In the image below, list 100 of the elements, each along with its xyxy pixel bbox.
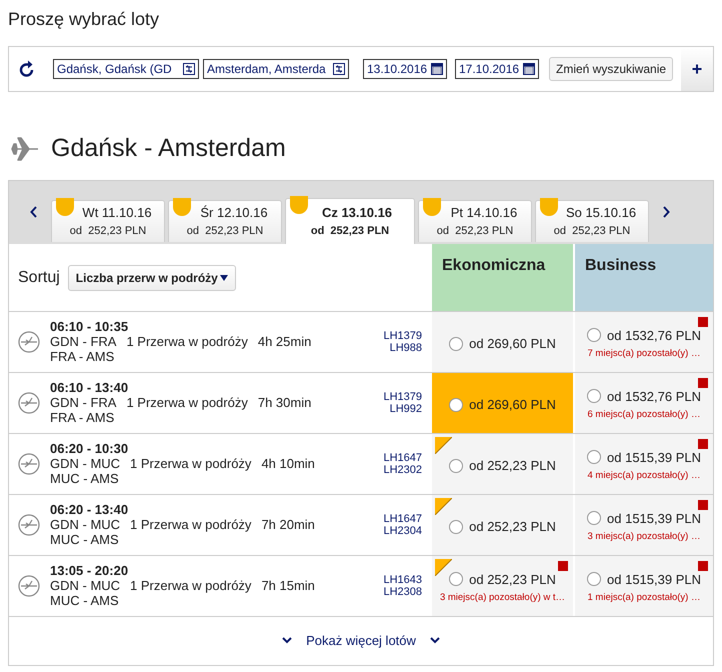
flight-number[interactable]: LH2308: [383, 586, 422, 598]
limited-seats-icon: [698, 378, 708, 388]
date-tab[interactable]: Wt 11.10.16 od 252,23 PLN: [51, 200, 165, 242]
route-leg: GDN - MUC: [50, 456, 120, 471]
fare-radio[interactable]: [449, 336, 464, 350]
fare-cell[interactable]: od 269,60 PLN: [432, 312, 575, 372]
route-leg: GDN - FRA: [50, 334, 116, 349]
seats-remaining: 7 miejsc(a) pozostało(y) …: [588, 347, 700, 362]
fare-price: od 252,23 PLN: [469, 570, 556, 589]
flight-number[interactable]: LH1647: [383, 512, 422, 524]
marker-icon: [290, 196, 308, 214]
route-leg: MUC - AMS: [50, 593, 120, 608]
location-picker-icon[interactable]: [183, 63, 195, 75]
fare-price: od 1515,39 PLN: [607, 570, 701, 589]
flight-number[interactable]: LH992: [390, 402, 422, 414]
limited-seats-icon: [698, 438, 708, 448]
fare-radio[interactable]: [587, 328, 602, 342]
flight-number[interactable]: LH1643: [383, 574, 422, 586]
flight-duration: 7h 30min: [258, 395, 312, 410]
airline-logo-icon: [18, 574, 40, 596]
fare-radio[interactable]: [449, 520, 464, 534]
fare-price: od 1532,76 PLN: [607, 388, 701, 406]
route-leg: FRA - AMS: [50, 410, 116, 425]
limited-seats-icon: [698, 560, 708, 570]
route-leg: GDN - FRA: [50, 395, 116, 410]
fare-cell[interactable]: od 269,60 PLN: [432, 372, 575, 432]
date-tab[interactable]: Cz 13.10.16 od 252,23 PLN: [285, 198, 415, 244]
date-tab[interactable]: Śr 12.10.16 od 252,23 PLN: [168, 200, 282, 242]
caret-icon: [220, 275, 228, 281]
seats-remaining: 6 miejsc(a) pozostało(y) …: [588, 408, 700, 422]
destination-field[interactable]: Amsterdam, Amsterda: [203, 59, 349, 79]
chevron-right-icon: [662, 206, 670, 218]
fare-cell[interactable]: od 252,23 PLN: [432, 434, 575, 494]
flight-times: 13:05 - 20:20: [50, 563, 130, 578]
seats-remaining: 4 miejsc(a) pozostało(y) …: [588, 469, 700, 484]
chevron-left-icon: [30, 206, 38, 218]
stops-info: 1 Przerwa w podróży: [130, 517, 252, 532]
limited-seats-icon: [698, 316, 708, 326]
chevron-down-icon: [282, 637, 292, 644]
calendar-icon[interactable]: [431, 63, 443, 75]
flight-times: 06:20 - 10:30: [50, 441, 130, 456]
fare-cell[interactable]: od 1515,39 PLN 3 miejsc(a) pozostało(y) …: [575, 494, 713, 554]
fare-cell[interactable]: od 1532,76 PLN 7 miejsc(a) pozostało(y) …: [575, 312, 713, 372]
stops-info: 1 Przerwa w podróży: [130, 456, 252, 471]
fare-price: od 269,60 PLN: [469, 334, 556, 353]
date-tab[interactable]: Pt 14.10.16 od 252,23 PLN: [418, 200, 532, 242]
flight-number[interactable]: LH2302: [383, 464, 422, 476]
fare-price: od 252,23 PLN: [469, 456, 556, 475]
flight-number[interactable]: LH2304: [383, 524, 422, 536]
fare-radio[interactable]: [587, 572, 602, 586]
stops-info: 1 Przerwa w podróży: [126, 334, 248, 349]
fare-radio[interactable]: [587, 450, 602, 464]
fare-radio[interactable]: [587, 389, 602, 404]
change-search-button[interactable]: Zmień wyszukiwanie: [549, 57, 674, 81]
location-picker-icon[interactable]: [333, 63, 345, 75]
origin-field[interactable]: Gdańsk, Gdańsk (GD: [53, 59, 199, 79]
fare-price: od 1532,76 PLN: [607, 326, 701, 345]
airplane-icon: [11, 136, 39, 161]
limited-seats-icon: [558, 560, 568, 570]
flight-duration: 4h 10min: [261, 456, 315, 471]
flight-duration: 7h 20min: [261, 517, 315, 532]
depart-date-field[interactable]: 13.10.2016: [363, 59, 447, 79]
route-leg: MUC - AMS: [50, 532, 120, 547]
best-price-icon: [435, 498, 452, 514]
fare-radio[interactable]: [449, 398, 464, 412]
fare-radio[interactable]: [587, 511, 602, 526]
flight-times: 06:10 - 10:35: [50, 319, 130, 334]
flight-times: 06:20 - 13:40: [50, 502, 130, 517]
fare-price: od 1515,39 PLN: [607, 448, 701, 467]
return-date-field[interactable]: 17.10.2016: [455, 59, 539, 79]
best-price-icon: [435, 558, 452, 576]
fare-column-header: Ekonomiczna: [432, 244, 575, 310]
sort-dropdown[interactable]: Liczba przerw w podróży: [68, 265, 236, 291]
flight-number[interactable]: LH1647: [383, 452, 422, 464]
flight-duration: 7h 15min: [261, 578, 315, 593]
fare-cell[interactable]: od 1515,39 PLN 4 miejsc(a) pozostało(y) …: [575, 434, 713, 494]
flight-times: 06:10 - 13:40: [50, 380, 130, 395]
fare-cell[interactable]: od 1515,39 PLN 1 miejsc(a) pozostało(y) …: [575, 556, 713, 616]
show-more-link[interactable]: Pokaż więcej lotów: [282, 630, 440, 650]
refresh-icon[interactable]: [19, 60, 35, 78]
fare-cell[interactable]: od 1532,76 PLN 6 miejsc(a) pozostało(y) …: [575, 372, 713, 432]
fare-price: od 269,60 PLN: [469, 396, 556, 414]
seats-remaining: 3 miejsc(a) pozostało(y) w t…: [440, 591, 566, 606]
limited-seats-icon: [698, 500, 708, 510]
fare-cell[interactable]: od 252,23 PLN: [432, 494, 575, 554]
marker-icon: [423, 198, 441, 216]
fare-column-header: Business: [575, 244, 713, 310]
page-title: Proszę wybrać loty: [8, 8, 160, 31]
flight-number[interactable]: LH1379: [383, 390, 422, 402]
calendar-icon[interactable]: [523, 63, 535, 75]
airline-logo-icon: [18, 452, 40, 474]
flight-number[interactable]: LH1379: [383, 330, 422, 342]
fare-radio[interactable]: [449, 458, 464, 472]
date-tab[interactable]: So 15.10.16 od 252,23 PLN: [535, 200, 649, 242]
flight-duration: 4h 25min: [258, 334, 312, 349]
marker-icon: [56, 198, 74, 216]
flight-number[interactable]: LH988: [390, 342, 422, 354]
chevron-down-icon: [430, 637, 440, 644]
fare-radio[interactable]: [449, 572, 464, 586]
fare-cell[interactable]: od 252,23 PLN 3 miejsc(a) pozostało(y) w t…: [432, 556, 575, 616]
